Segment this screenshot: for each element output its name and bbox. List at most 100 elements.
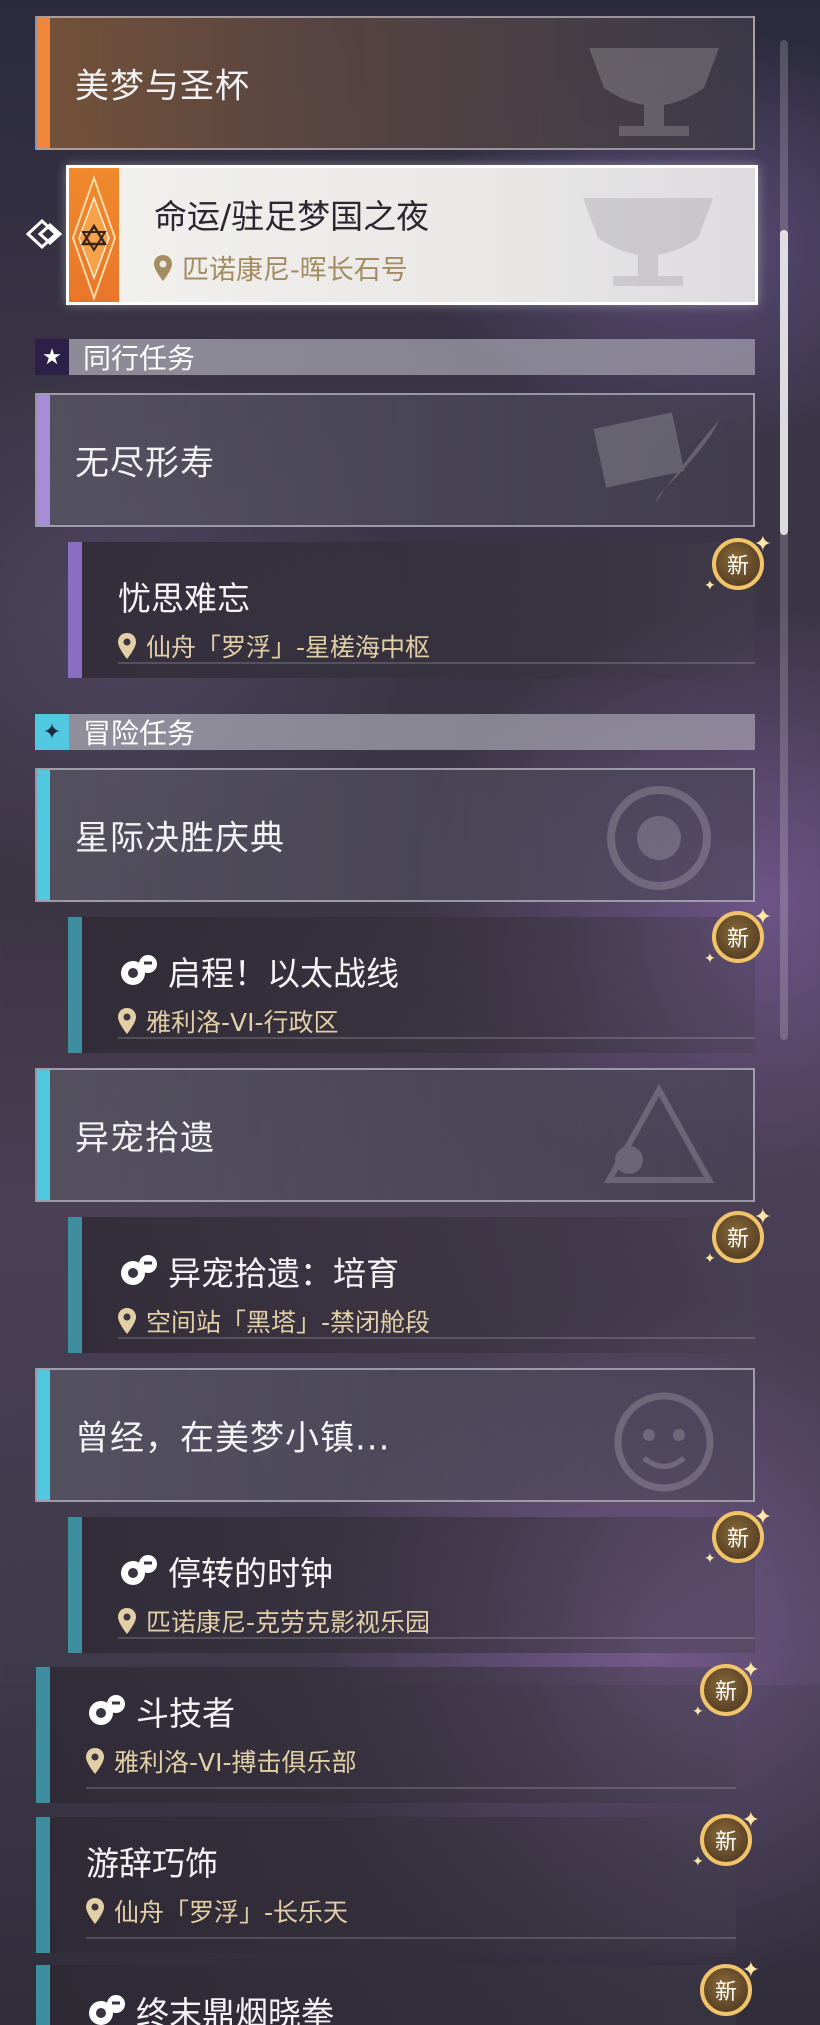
- grail-emblem-icon: [589, 48, 719, 136]
- location-pin-icon: [86, 1898, 104, 1924]
- group-header-adventure[interactable]: 曾经，在美梦小镇...: [35, 1368, 755, 1502]
- quest-card[interactable]: 启程！以太战线 雅利洛-VI-行政区: [68, 917, 755, 1053]
- sparkle-icon: ✦: [753, 905, 772, 930]
- location-pin-icon: [118, 633, 136, 659]
- sparkle-icon: ✦: [704, 1251, 716, 1267]
- quest-title: 游辞巧饰: [86, 1837, 218, 1885]
- location-pin-icon: [86, 1748, 104, 1774]
- new-badge: 新 ✦ ✦: [704, 905, 772, 969]
- sparkle-icon: ✦: [704, 951, 716, 967]
- group-header-companion[interactable]: 无尽形寿: [35, 393, 755, 527]
- sparkle-icon: ✦: [704, 578, 716, 594]
- quest-title-text: 异宠拾遗：培育: [168, 1254, 399, 1293]
- adventure-stripe: [37, 770, 50, 900]
- group-header-adventure[interactable]: 异宠拾遗: [35, 1068, 755, 1202]
- new-badge: 新 ✦ ✦: [704, 532, 772, 596]
- group-title: 美梦与圣杯: [75, 66, 250, 107]
- pet-icon: [121, 1555, 157, 1585]
- quest-card[interactable]: 斗技者 雅利洛-VI-搏击俱乐部: [36, 1667, 736, 1803]
- main-quest-icon: [69, 168, 119, 302]
- scrollbar-thumb[interactable]: [780, 230, 788, 535]
- sparkle-icon: ✦: [753, 532, 772, 557]
- star-icon: ★: [35, 339, 69, 375]
- quest-card[interactable]: 停转的时钟 匹诺康尼-克劳克影视乐园: [68, 1517, 755, 1653]
- quest-title-text: 游辞巧饰: [86, 1844, 218, 1883]
- quest-bar: [36, 1817, 50, 1953]
- pet-icon: [121, 1255, 157, 1285]
- quest-location: 匹诺康尼-晖长石号: [154, 248, 408, 287]
- quest-bar: [36, 1965, 50, 2025]
- section-label: 同行任务: [83, 342, 196, 375]
- group-header-main[interactable]: 美梦与圣杯: [35, 16, 755, 150]
- sparkle-icon: ✦: [753, 1205, 772, 1230]
- quest-bar: [68, 542, 82, 678]
- divider: [118, 1637, 755, 1639]
- scroll-emblem-icon: [593, 412, 719, 505]
- grail-emblem-icon: [583, 198, 713, 286]
- quest-card[interactable]: 终末鼎烟晓拳: [36, 1965, 736, 2025]
- quest-title-text: 斗技者: [136, 1694, 235, 1733]
- quest-title: 忧思难忘: [118, 572, 250, 620]
- quest-card-selected[interactable]: 命运/驻足梦国之夜 匹诺康尼-晖长石号: [66, 165, 758, 305]
- location-pin-icon: [118, 1008, 136, 1034]
- quest-title: 命运/驻足梦国之夜: [154, 197, 430, 236]
- group-title: 无尽形寿: [75, 443, 215, 484]
- quest-location-text: 雅利洛-VI-行政区: [146, 1008, 339, 1037]
- pet-icon: [121, 955, 157, 985]
- quest-location-text: 仙舟「罗浮」-长乐天: [114, 1898, 349, 1927]
- group-header-adventure[interactable]: 星际决胜庆典: [35, 768, 755, 902]
- sparkle-icon: ✦: [741, 1658, 760, 1683]
- quest-location: 仙舟「罗浮」-星槎海中枢: [118, 628, 430, 664]
- adventure-stripe: [37, 1370, 50, 1500]
- adventure-stripe: [37, 1070, 50, 1200]
- selection-arrow-icon: [26, 218, 63, 250]
- quest-location-text: 空间站「黑塔」-禁闭舱段: [146, 1308, 431, 1337]
- sparkle-icon: ✦: [741, 1958, 760, 1983]
- sparkle-icon: ✦: [692, 1854, 704, 1870]
- companion-stripe: [37, 395, 50, 525]
- quest-location: 匹诺康尼-克劳克影视乐园: [118, 1603, 430, 1639]
- quest-bar: [68, 1517, 82, 1653]
- new-badge: 新 ✦ ✦: [692, 1808, 760, 1872]
- quest-card[interactable]: 游辞巧饰 仙舟「罗浮」-长乐天: [36, 1817, 736, 1953]
- new-badge: 新 ✦: [696, 1958, 760, 2022]
- quest-title-text: 停转的时钟: [168, 1554, 333, 1593]
- quest-card[interactable]: 忧思难忘 仙舟「罗浮」-星槎海中枢: [68, 542, 755, 678]
- divider: [118, 662, 755, 664]
- quest-title-text: 终末鼎烟晓拳: [136, 1994, 334, 2025]
- scrollbar-track[interactable]: [780, 40, 788, 1040]
- divider: [86, 1787, 736, 1789]
- group-title: 曾经，在美梦小镇...: [75, 1418, 391, 1459]
- group-title: 异宠拾遗: [75, 1118, 215, 1159]
- quest-location-text: 雅利洛-VI-搏击俱乐部: [114, 1748, 357, 1777]
- sparkle-icon: ✦: [704, 1551, 716, 1567]
- group-title: 星际决胜庆典: [75, 818, 285, 859]
- quest-title-text: 启程！以太战线: [168, 954, 399, 993]
- quest-bar: [68, 917, 82, 1053]
- pet-icon: [89, 1695, 125, 1725]
- quest-title: 异宠拾遗：培育: [118, 1247, 399, 1295]
- location-pin-icon: [118, 1308, 136, 1334]
- quest-log-page: 美梦与圣杯 命运/驻足梦国之夜 匹诺康尼-晖长石号 ★ 同行任务 无尽形寿 忧思…: [0, 0, 820, 2025]
- quest-title: 终末鼎烟晓拳: [86, 1987, 334, 2025]
- quest-location-text: 仙舟「罗浮」-星槎海中枢: [146, 633, 431, 662]
- quest-title: 斗技者: [86, 1687, 235, 1735]
- section-adventure: ✦ 冒险任务: [35, 714, 755, 750]
- quest-location-text: 匹诺康尼-晖长石号: [182, 255, 408, 286]
- divider: [86, 1937, 736, 1939]
- quest-location: 空间站「黑塔」-禁闭舱段: [118, 1303, 430, 1339]
- divider: [118, 1037, 755, 1039]
- pet-icon: [89, 1995, 125, 2025]
- quest-location: 雅利洛-VI-搏击俱乐部: [86, 1743, 357, 1779]
- sparkle-icon: ✦: [741, 1808, 760, 1833]
- quest-title: 启程！以太战线: [118, 947, 399, 995]
- new-badge: 新 ✦ ✦: [704, 1205, 772, 1269]
- quest-bar: [68, 1217, 82, 1353]
- main-stripe: [37, 18, 50, 148]
- sparkle-icon: ✦: [692, 1704, 704, 1720]
- new-badge: 新 ✦ ✦: [692, 1658, 760, 1722]
- quest-location-text: 匹诺康尼-克劳克影视乐园: [146, 1608, 431, 1637]
- location-pin-icon: [154, 254, 172, 281]
- sparkle-icon: ✦: [35, 714, 69, 750]
- quest-card[interactable]: 异宠拾遗：培育 空间站「黑塔」-禁闭舱段: [68, 1217, 755, 1353]
